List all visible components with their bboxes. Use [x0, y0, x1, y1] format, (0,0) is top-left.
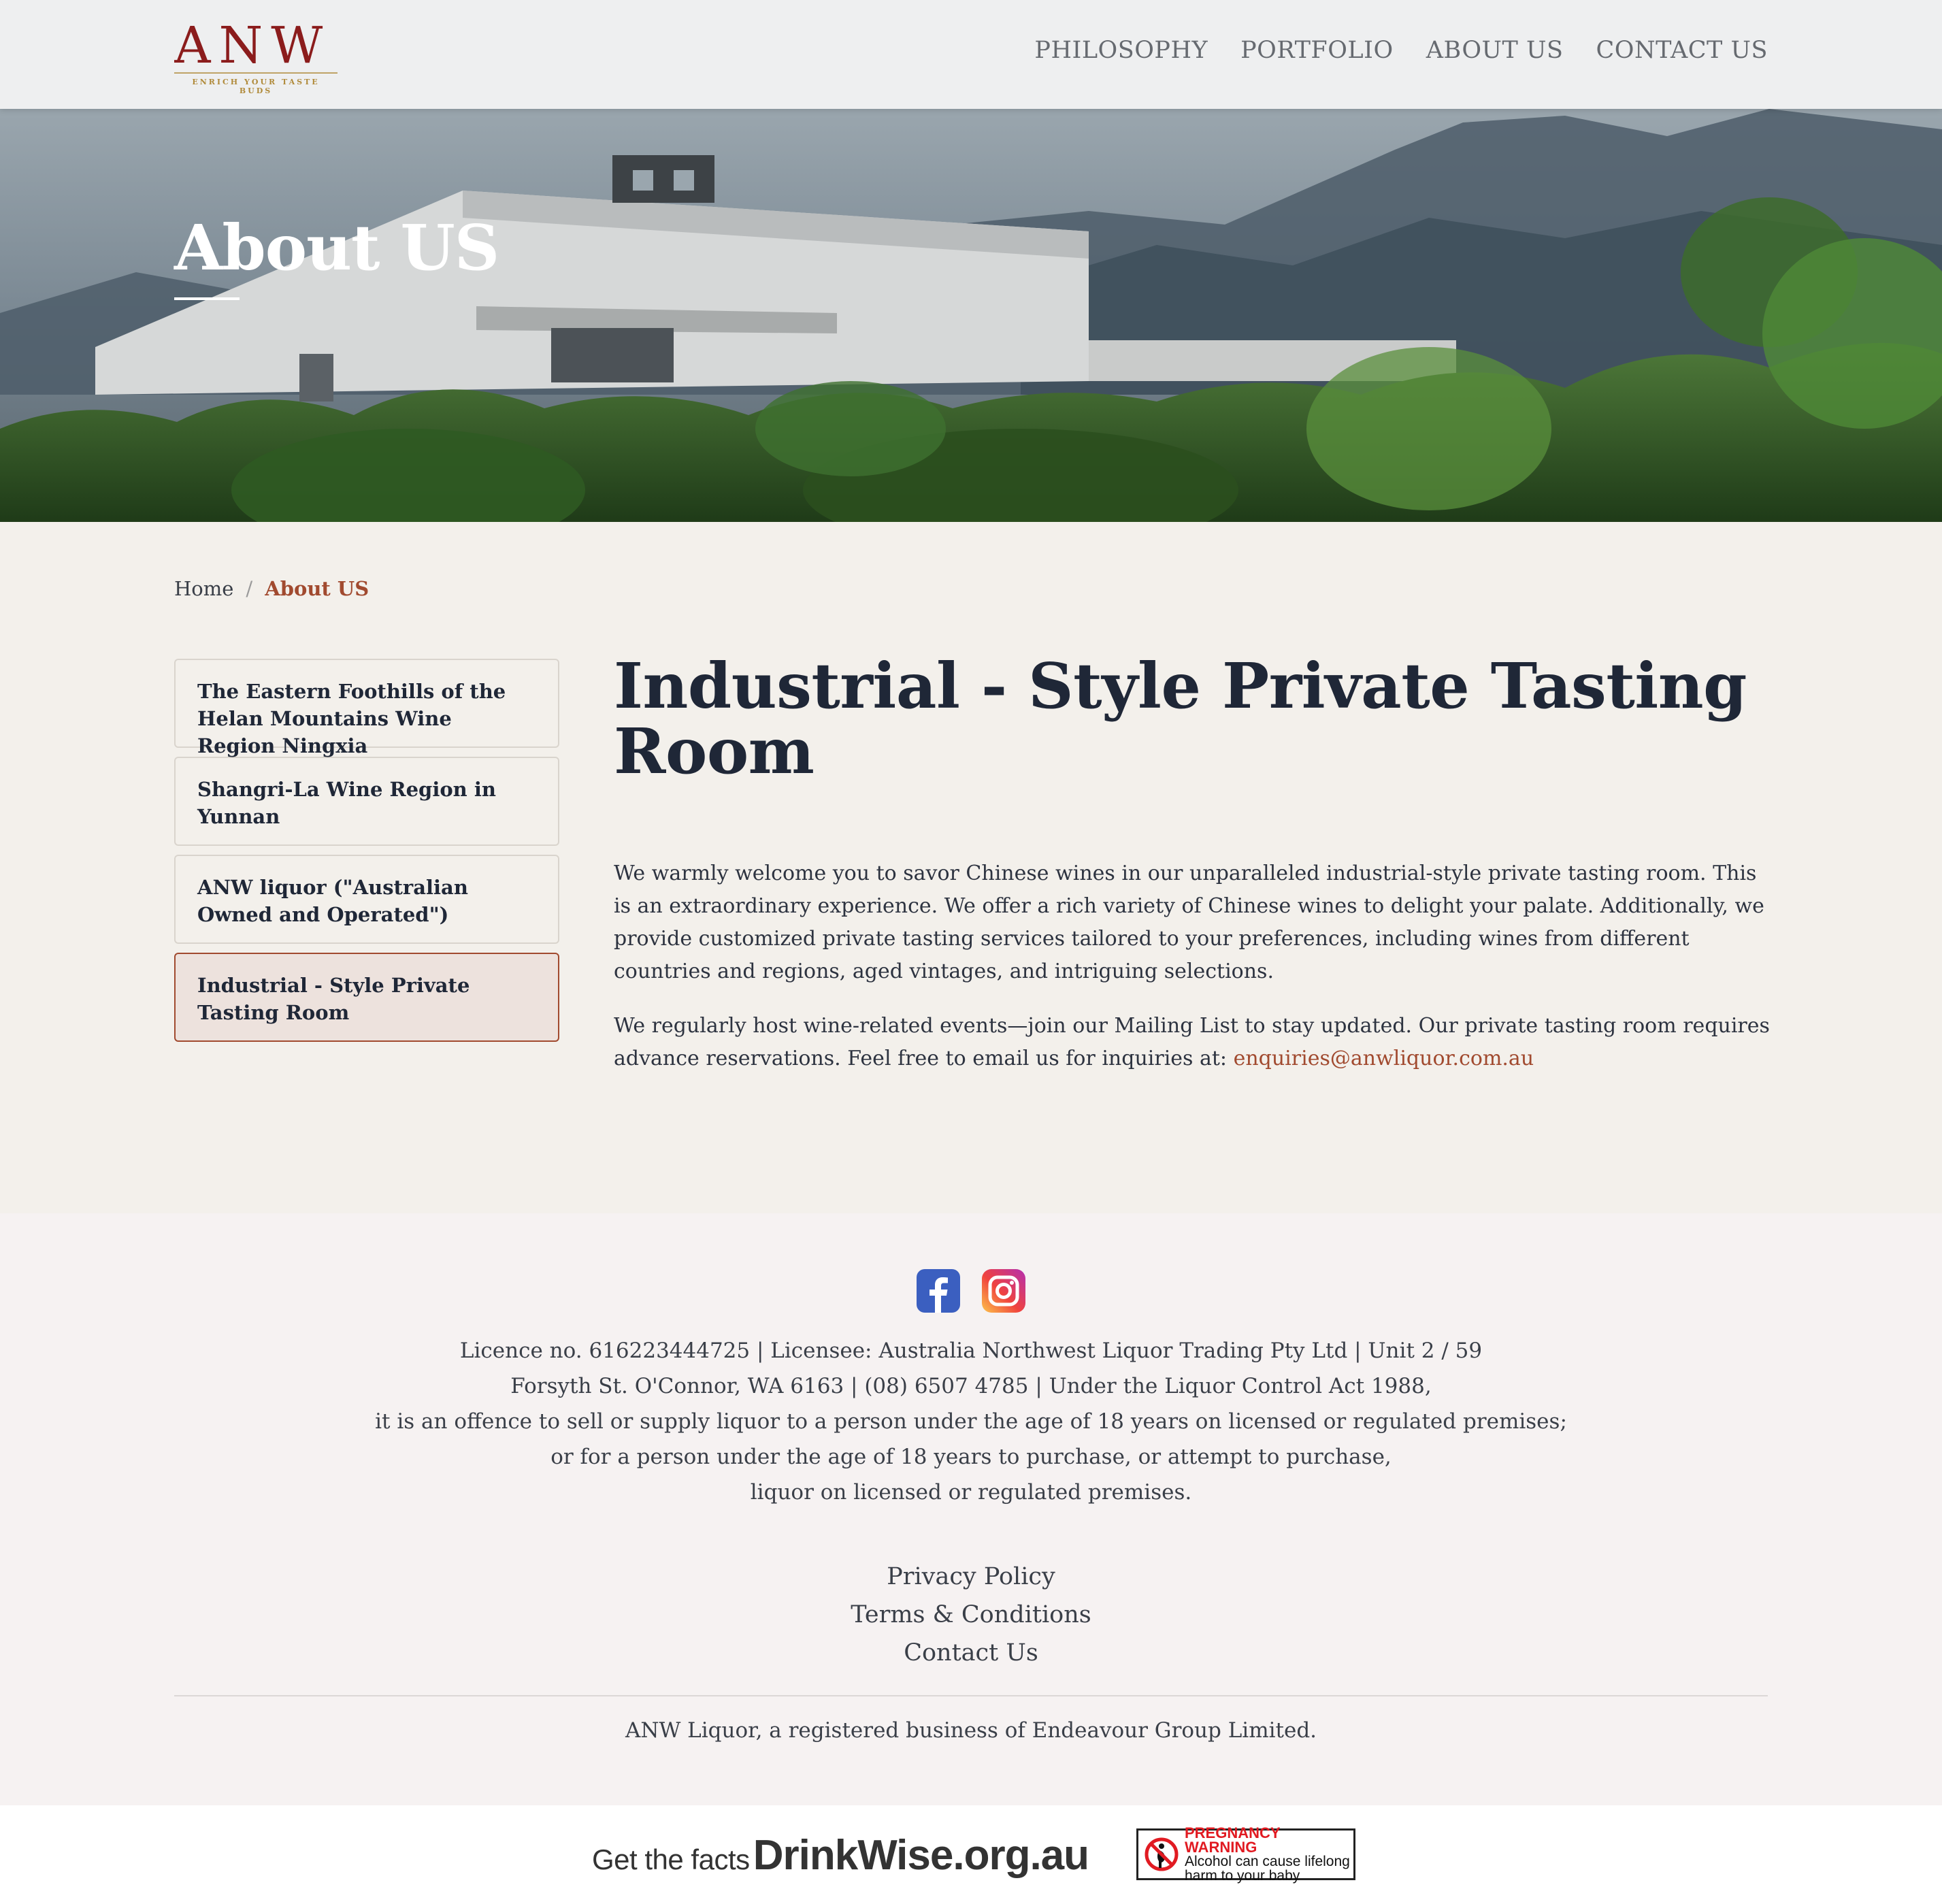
pregnancy-warning-text: PREGNANCY WARNING Alcohol can cause life…	[1185, 1824, 1353, 1884]
drinkwise-site: DrinkWise.org.au	[753, 1832, 1089, 1879]
drinkwise-banner[interactable]: Get the facts DrinkWise.org.au	[592, 1831, 1089, 1880]
site-footer: Licence no. 616223444725 | Licensee: Aus…	[0, 1213, 1942, 1805]
pregnancy-warning-line: harm to your baby	[1185, 1868, 1300, 1884]
hero-title-underline	[174, 297, 240, 300]
facebook-icon[interactable]	[917, 1269, 960, 1313]
nav-portfolio[interactable]: PORTFOLIO	[1240, 37, 1394, 64]
hero-background-image	[0, 109, 1942, 522]
licence-line: Forsyth St. O'Connor, WA 6163 | (08) 650…	[510, 1374, 1432, 1398]
breadcrumb-current: About US	[265, 577, 369, 600]
privacy-policy-link[interactable]: Privacy Policy	[887, 1560, 1055, 1593]
page-heading: Industrial - Style Private Tasting Room	[614, 649, 1747, 788]
contact-us-link[interactable]: Contact Us	[904, 1637, 1038, 1669]
logo-mark-icon: ANW	[174, 19, 338, 73]
sidebar-item-helan-mountains[interactable]: The Eastern Foothills of the Helan Mount…	[174, 659, 559, 757]
drinkwise-prefix: Get the facts	[592, 1843, 750, 1875]
licence-line: it is an offence to sell or supply liquo…	[375, 1409, 1567, 1434]
licence-line: or for a person under the age of 18 year…	[550, 1445, 1392, 1469]
pregnancy-warning-title: PREGNANCY WARNING	[1185, 1824, 1281, 1856]
licence-notice: Licence no. 616223444725 | Licensee: Aus…	[0, 1333, 1942, 1510]
terms-conditions-link[interactable]: Terms & Conditions	[851, 1598, 1091, 1631]
logo-tagline: ENRICH YOUR TASTE BUDS	[192, 78, 320, 95]
breadcrumb-home[interactable]: Home	[174, 577, 233, 600]
nav-philosophy[interactable]: PHILOSOPHY	[1034, 37, 1208, 64]
responsible-drinking-bar: Get the facts DrinkWise.org.au PREGNANCY…	[0, 1805, 1942, 1904]
site-header: ANW ENRICH YOUR TASTE BUDS PHILOSOPHY PO…	[0, 0, 1942, 109]
sidebar-item-anw-liquor[interactable]: ANW liquor ("Australian Owned and Operat…	[174, 855, 559, 944]
email-link[interactable]: enquiries@anwliquor.com.au	[1234, 1047, 1534, 1070]
instagram-icon[interactable]	[982, 1269, 1025, 1313]
licence-line: Licence no. 616223444725 | Licensee: Aus…	[459, 1339, 1483, 1363]
licence-line: liquor on licensed or regulated premises…	[750, 1480, 1192, 1505]
nav-about-us[interactable]: ABOUT US	[1426, 37, 1564, 64]
footer-divider	[174, 1695, 1768, 1696]
hero-banner: About US	[0, 109, 1942, 522]
about-sidebar: The Eastern Foothills of the Helan Mount…	[174, 659, 559, 1051]
pregnancy-warning: PREGNANCY WARNING Alcohol can cause life…	[1136, 1824, 1355, 1884]
nav-contact-us[interactable]: CONTACT US	[1596, 37, 1768, 64]
main-content: Industrial - Style Private Tasting Room …	[614, 653, 1771, 1097]
breadcrumb-separator: /	[246, 577, 253, 600]
pregnancy-warning-icon	[1145, 1837, 1179, 1871]
main-nav: PHILOSOPHY PORTFOLIO ABOUT US CONTACT US	[1034, 37, 1768, 64]
sidebar-item-tasting-room[interactable]: Industrial - Style Private Tasting Room	[174, 953, 559, 1042]
footer-links: Privacy Policy Terms & Conditions Contac…	[0, 1560, 1942, 1669]
site-logo[interactable]: ANW ENRICH YOUR TASTE BUDS	[174, 19, 338, 95]
copyright-text: ANW Liquor, a registered business of End…	[625, 1718, 1317, 1743]
events-paragraph: We regularly host wine-related events—jo…	[614, 1010, 1771, 1075]
sidebar-item-shangri-la[interactable]: Shangri-La Wine Region in Yunnan	[174, 757, 559, 846]
social-links	[0, 1269, 1942, 1313]
breadcrumb: Home / About US	[174, 577, 369, 600]
hero-title: About US	[174, 211, 499, 284]
intro-paragraph: We warmly welcome you to savor Chinese w…	[614, 861, 1764, 983]
svg-text:ANW: ANW	[174, 19, 331, 73]
pregnancy-warning-line: Alcohol can cause lifelong	[1185, 1854, 1350, 1869]
events-text: We regularly host wine-related events—jo…	[614, 1014, 1770, 1070]
